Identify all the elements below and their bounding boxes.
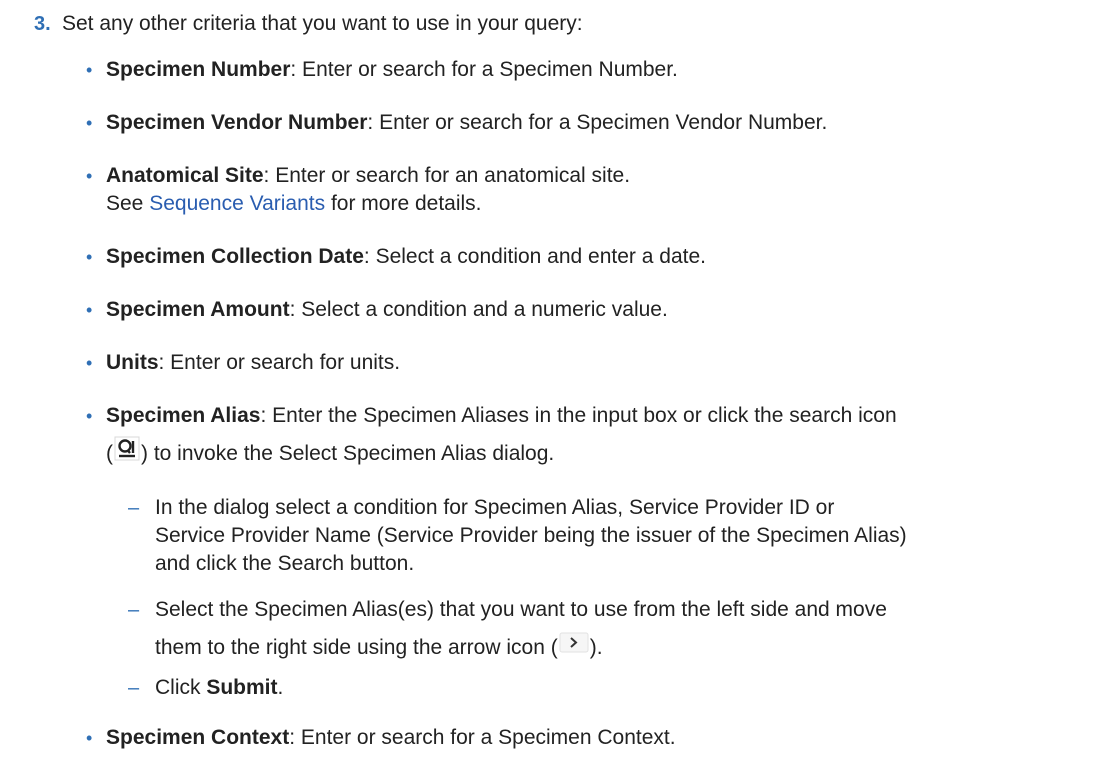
- term-description: : Select a condition and enter a date.: [363, 245, 706, 268]
- arrow-icon-caption: ).: [589, 636, 603, 659]
- see-prefix: See: [106, 192, 150, 215]
- term-description: : Enter or search for units.: [158, 351, 401, 374]
- dash-icon: –: [128, 599, 140, 621]
- sub-item-text-line-1: In the dialog select a condition for Spe…: [155, 496, 835, 519]
- sub-item-text-line-3: and click the Search button.: [155, 552, 415, 575]
- sequence-variants-link[interactable]: Sequence Variants: [149, 192, 325, 215]
- step-text: Set any other criteria that you want to …: [62, 12, 583, 35]
- term-description: : Enter or search for a Specimen Vendor …: [367, 111, 828, 134]
- bullet-icon: •: [86, 247, 93, 267]
- bullet-icon: •: [86, 406, 93, 426]
- click-prefix: Click: [155, 676, 207, 699]
- search-icon: [114, 436, 140, 462]
- arrow-right-icon: [559, 632, 589, 654]
- sub-item-text-line-2: Service Provider Name (Service Provider …: [155, 524, 907, 547]
- term-label: Specimen Amount: [106, 298, 290, 321]
- step-number: 3.: [34, 13, 51, 35]
- paren-open: (: [106, 442, 113, 465]
- term-label: Specimen Vendor Number: [106, 111, 368, 134]
- submit-label: Submit: [206, 676, 278, 699]
- see-suffix: for more details.: [325, 192, 482, 215]
- sub-item-text-line-1: Select the Specimen Alias(es) that you w…: [155, 598, 887, 621]
- bullet-icon: •: [86, 166, 93, 186]
- term-label: Specimen Alias: [106, 404, 261, 427]
- term-description: : Enter or search for a Specimen Number.: [290, 58, 678, 81]
- term-label: Specimen Context: [106, 726, 290, 749]
- dash-icon: –: [128, 677, 140, 699]
- bullet-icon: •: [86, 60, 93, 80]
- term-description: : Select a condition and a numeric value…: [289, 298, 668, 321]
- term-label: Specimen Number: [106, 58, 291, 81]
- click-suffix: .: [277, 676, 284, 699]
- bullet-icon: •: [86, 113, 93, 133]
- term-description: : Enter the Specimen Aliases in the inpu…: [260, 404, 897, 427]
- bullet-icon: •: [86, 728, 93, 748]
- term-label: Anatomical Site: [106, 164, 264, 187]
- bullet-icon: •: [86, 353, 93, 373]
- sub-item-text-line-2: them to the right side using the arrow i…: [155, 636, 558, 659]
- search-icon-caption: ) to invoke the Select Specimen Alias di…: [141, 442, 555, 465]
- term-description: : Enter or search for an anatomical site…: [263, 164, 631, 187]
- bullet-icon: •: [86, 300, 93, 320]
- term-description: : Enter or search for a Specimen Context…: [289, 726, 676, 749]
- term-label: Units: [106, 351, 159, 374]
- term-label: Specimen Collection Date: [106, 245, 364, 268]
- dash-icon: –: [128, 497, 140, 519]
